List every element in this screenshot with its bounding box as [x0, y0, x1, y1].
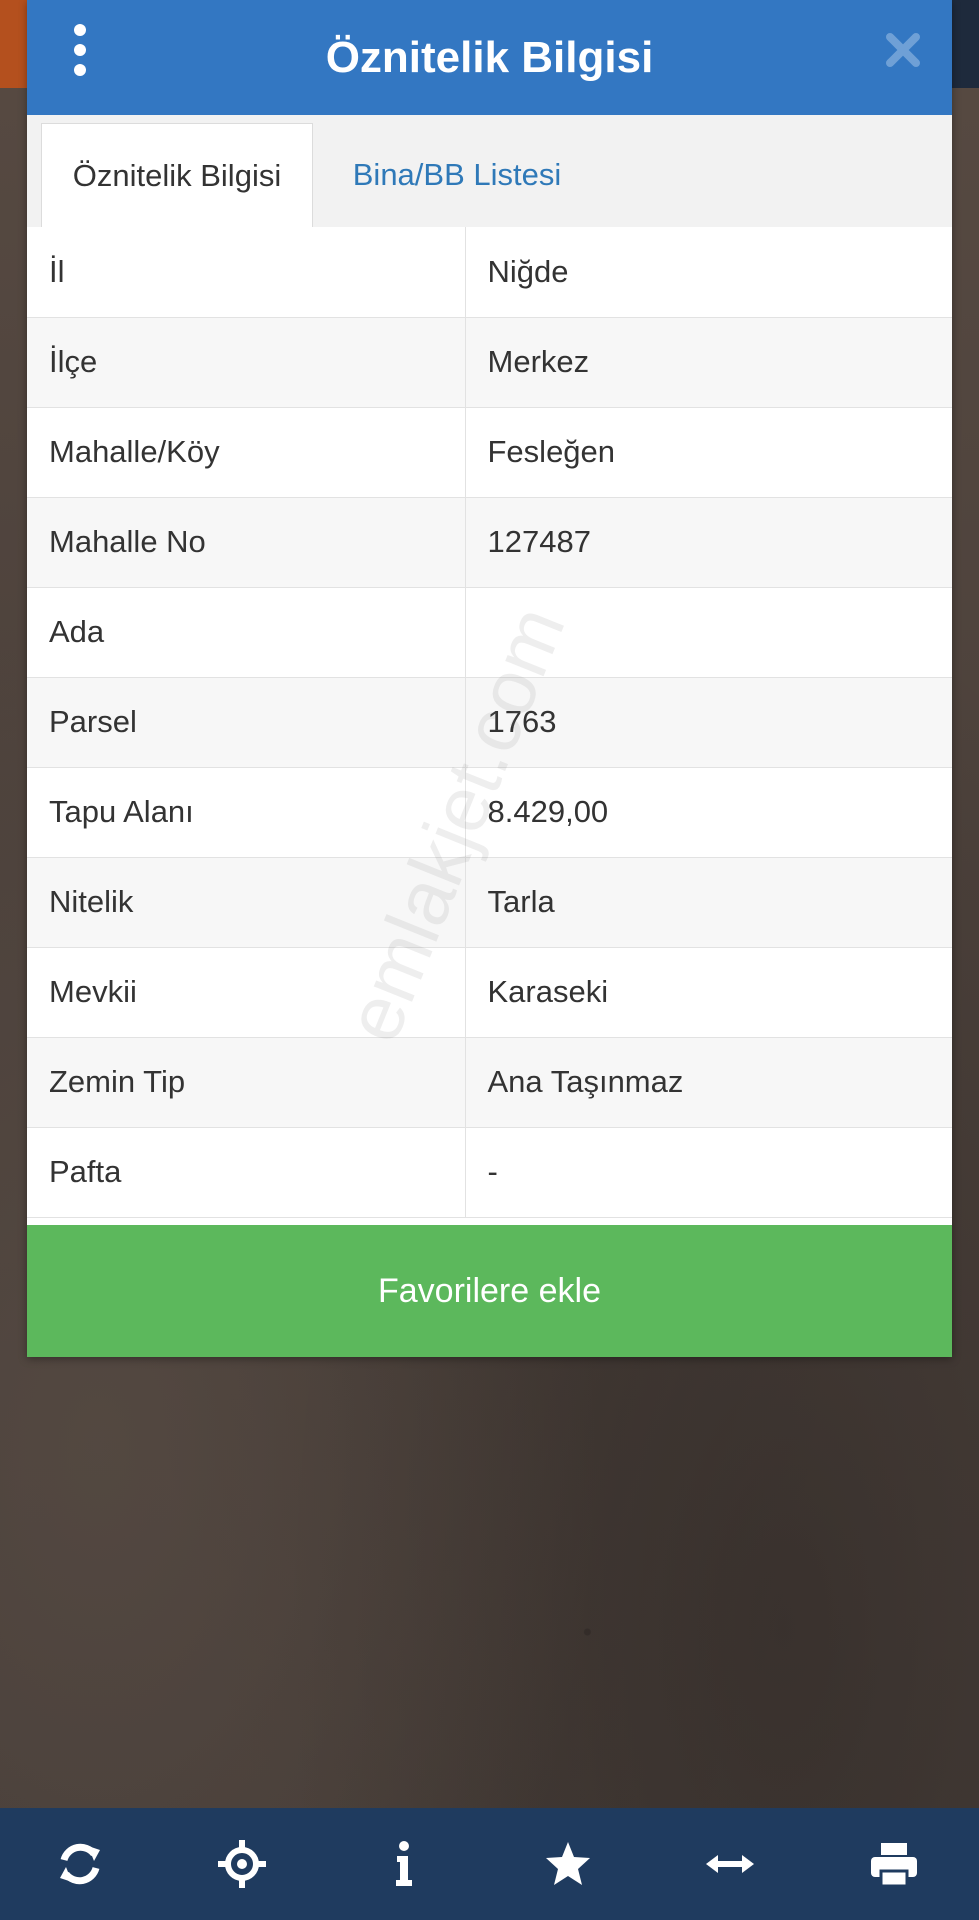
tab-bina-bb-listesi[interactable]: Bina/BB Listesi: [327, 123, 587, 227]
attribute-key: Zemin Tip: [27, 1037, 466, 1128]
table-row: Zemin Tip Ana Taşınmaz: [27, 1037, 952, 1128]
attribute-key: Pafta: [27, 1127, 466, 1218]
close-icon[interactable]: [883, 30, 923, 70]
attribute-dialog: Öznitelik Bilgisi Öznitelik Bilgisi Bina…: [27, 0, 952, 1357]
attribute-key: Mahalle/Köy: [27, 407, 466, 498]
attribute-value: Merkez: [465, 317, 952, 408]
attribute-value: Tarla: [465, 857, 952, 948]
attribute-key: Mahalle No: [27, 497, 466, 588]
attribute-key: Mevkii: [27, 947, 466, 1038]
measure-icon[interactable]: [700, 1834, 760, 1894]
star-icon[interactable]: [538, 1834, 598, 1894]
table-row: İlçe Merkez: [27, 317, 952, 408]
refresh-icon[interactable]: [50, 1834, 110, 1894]
attribute-key: Ada: [27, 587, 466, 678]
attribute-value: Karaseki: [465, 947, 952, 1038]
table-row: Pafta -: [27, 1127, 952, 1218]
table-row: İl Niğde: [27, 227, 952, 318]
attribute-key: Parsel: [27, 677, 466, 768]
attribute-value: -: [465, 1127, 952, 1218]
attribute-key: Nitelik: [27, 857, 466, 948]
print-icon[interactable]: [864, 1834, 924, 1894]
table-row: Nitelik Tarla: [27, 857, 952, 948]
table-row: Ada: [27, 587, 952, 678]
table-row: Tapu Alanı 8.429,00: [27, 767, 952, 858]
attribute-table: İl Niğde İlçe Merkez Mahalle/Köy Fesleğe…: [27, 227, 952, 1218]
attribute-key: İlçe: [27, 317, 466, 408]
attribute-value: 127487: [465, 497, 952, 588]
attribute-value: Ana Taşınmaz: [465, 1037, 952, 1128]
table-row: Mahalle/Köy Fesleğen: [27, 407, 952, 498]
dialog-title: Öznitelik Bilgisi: [325, 33, 654, 82]
table-row: Parsel 1763: [27, 677, 952, 768]
attribute-value: 8.429,00: [465, 767, 952, 858]
attribute-value: Niğde: [465, 227, 952, 318]
crosshair-icon[interactable]: [212, 1834, 272, 1894]
dialog-header: Öznitelik Bilgisi: [27, 0, 952, 115]
tabs-bar: Öznitelik Bilgisi Bina/BB Listesi: [27, 115, 952, 229]
info-icon[interactable]: [374, 1834, 434, 1894]
attribute-value: Fesleğen: [465, 407, 952, 498]
tab-oznitelik-bilgisi[interactable]: Öznitelik Bilgisi: [41, 123, 313, 229]
attribute-key: Tapu Alanı: [27, 767, 466, 858]
attribute-value: [465, 587, 952, 678]
table-row: Mevkii Karaseki: [27, 947, 952, 1038]
table-row: Mahalle No 127487: [27, 497, 952, 588]
add-to-favorites-button[interactable]: Favorilere ekle: [27, 1225, 952, 1357]
attribute-value: 1763: [465, 677, 952, 768]
attribute-key: İl: [27, 227, 466, 318]
bottom-toolbar: [0, 1808, 979, 1920]
